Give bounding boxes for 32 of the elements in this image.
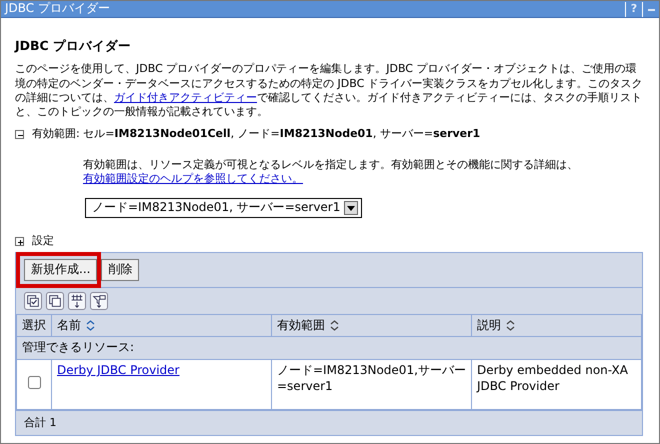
window-title: JDBC プロバイダー [3, 1, 111, 17]
minimize-icon [648, 8, 654, 10]
clear-filter-icon[interactable] [90, 292, 108, 310]
scope-help-link[interactable]: 有効範囲設定のヘルプを参照してください。 [83, 172, 303, 186]
new-button[interactable]: 新規作成... [24, 259, 98, 281]
column-header[interactable]: 有効範囲 [272, 314, 472, 337]
table-cell: ノード=IM8213Node01,サーバー=server1 [272, 360, 472, 410]
delete-button[interactable]: 削除 [101, 259, 140, 281]
deselect-all-icon[interactable] [46, 292, 64, 310]
scope-select[interactable]: ノード=IM8213Node01, サーバー=server1 [85, 198, 362, 218]
expand-toggle[interactable] [15, 236, 24, 246]
guided-activity-link[interactable]: ガイド付きアクティビティー [114, 90, 257, 104]
sort-icon[interactable] [86, 320, 95, 332]
column-header: 選択 [16, 314, 52, 337]
sort-icon[interactable] [506, 320, 515, 332]
plus-icon [16, 238, 25, 247]
page-heading: JDBC プロバイダー [15, 38, 132, 54]
settings-label[interactable]: 設定 [32, 234, 54, 248]
row-checkbox[interactable] [28, 376, 40, 389]
total-count: 合計 1 [16, 410, 642, 436]
sort-icon[interactable] [330, 320, 339, 332]
table-cell: Derby embedded non-XA JDBC Provider [472, 360, 642, 410]
description-text: このページを使用して、JDBC プロバイダーのプロパティーを編集します。JDBC プロバイダー・オブジェクトは、ご使用の環境の特定のベンダー・データベースにアクセスするための特定の JDBC ドライバー実装クラスをカプセル化します。このタスクの詳細については、ガイド付きアクティビティーで確認してください。ガイド付きアクティビティーには、タスクの手順リストと、このトピックの一般情報が記載されています。 [15, 62, 643, 120]
scope-help-text: 有効範囲は、リソース定義が可視となるレベルを指定します。有効範囲とその機能に関する詳細は、 有効範囲設定のヘルプを参照してください。 [83, 158, 579, 186]
scope-text: 有効範囲: セル=IM8213Node01Cell, ノード=IM8213Node01, サーバー=server1 [32, 127, 480, 142]
column-header[interactable]: 説明 [472, 314, 642, 337]
column-header[interactable]: 名前 [52, 314, 272, 337]
provider-link[interactable]: Derby JDBC Provider [57, 363, 180, 377]
select-all-icon[interactable] [24, 292, 42, 310]
caret-icon [347, 206, 356, 211]
section-header: 管理できるリソース: [16, 336, 642, 360]
collapse-toggle[interactable] [15, 130, 24, 140]
